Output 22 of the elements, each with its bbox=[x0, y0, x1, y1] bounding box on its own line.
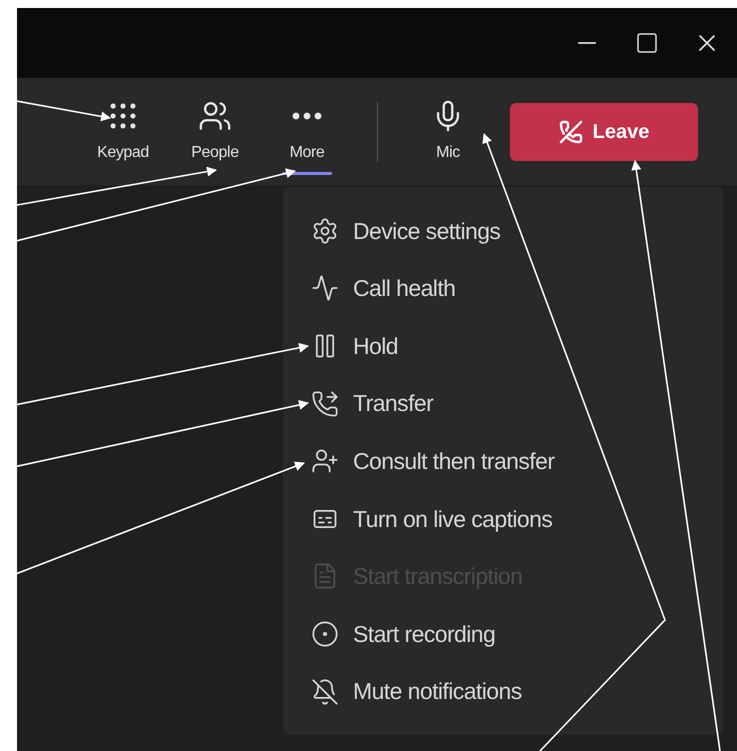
gear-icon bbox=[311, 216, 339, 245]
menu-item[interactable]: Transfer bbox=[311, 374, 691, 432]
maximize-icon[interactable] bbox=[635, 31, 659, 55]
menu-item[interactable]: Call health bbox=[311, 260, 691, 318]
leave-button[interactable]: Leave bbox=[510, 102, 698, 160]
menu-item[interactable]: Start recording bbox=[311, 605, 691, 663]
toolbar-button[interactable]: People bbox=[169, 86, 261, 176]
menu-item[interactable]: Hold bbox=[311, 317, 691, 375]
menu-item[interactable]: Consult then transfer bbox=[311, 432, 691, 490]
more-icon bbox=[292, 112, 322, 120]
bell-off-icon bbox=[311, 678, 339, 706]
record-icon bbox=[311, 620, 339, 648]
menu-item[interactable]: Turn on live captions bbox=[311, 490, 691, 548]
toolbar-button[interactable]: More bbox=[261, 86, 353, 176]
person-plus-icon bbox=[311, 447, 339, 476]
menu-item[interactable]: Device settings bbox=[311, 202, 691, 260]
pulse-icon bbox=[311, 274, 339, 302]
menu-item[interactable]: Mute notifications bbox=[311, 662, 691, 720]
toolbar-button[interactable]: Keypad bbox=[77, 86, 169, 176]
phone-arrow-icon bbox=[311, 390, 339, 418]
phone-hang-up-icon bbox=[558, 120, 583, 144]
toolbar-button[interactable]: Mic bbox=[402, 86, 494, 176]
